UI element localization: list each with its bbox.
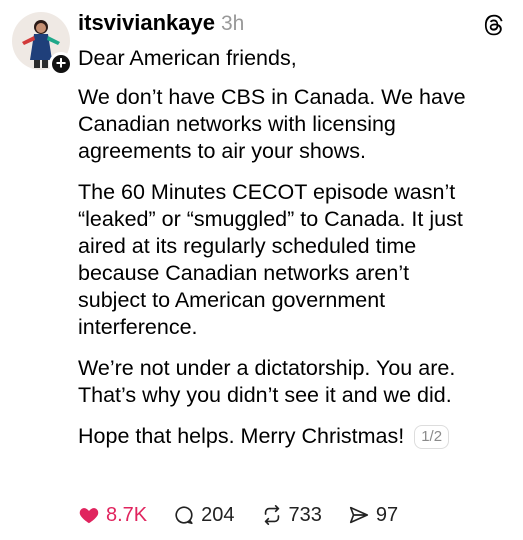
post-header: itsviviankaye 3h xyxy=(78,10,244,42)
post-paragraph: We don’t have CBS in Canada. We have Can… xyxy=(78,85,466,163)
like-button[interactable]: 8.7K xyxy=(78,504,147,527)
post-last-line: Hope that helps. Merry Christmas! 1/2 xyxy=(78,423,508,450)
repost-count: 733 xyxy=(288,503,322,526)
speech-bubble-icon xyxy=(175,506,193,525)
heart-filled-icon xyxy=(79,508,99,524)
reply-button[interactable]: 204 xyxy=(173,503,235,527)
threads-logo-icon[interactable] xyxy=(483,14,505,36)
avatar[interactable]: + xyxy=(12,12,73,76)
share-button[interactable]: 97 xyxy=(348,504,398,527)
threads-post: + itsviviankaye 3h Dear American friends… xyxy=(0,0,523,540)
post-paragraph: The 60 Minutes CECOT episode wasn’t “lea… xyxy=(78,180,463,339)
post-paragraph: Dear American friends, xyxy=(78,46,297,70)
username[interactable]: itsviviankaye xyxy=(78,10,215,36)
repost-button[interactable]: 733 xyxy=(261,504,322,527)
share-count: 97 xyxy=(375,503,399,526)
follow-plus-icon[interactable]: + xyxy=(49,52,73,76)
like-count: 8.7K xyxy=(106,503,148,526)
thread-page-indicator[interactable]: 1/2 xyxy=(414,424,450,449)
post-body: Dear American friends, We don’t have CBS… xyxy=(78,45,508,450)
post-paragraph: We’re not under a dictatorship. You are.… xyxy=(78,356,456,407)
send-icon xyxy=(349,506,368,524)
timestamp: 3h xyxy=(220,12,245,35)
post-closing-text: Hope that helps. Merry Christmas! xyxy=(78,424,405,448)
reply-count: 204 xyxy=(201,503,235,526)
action-bar: 8.7K 204 733 97 xyxy=(78,500,398,530)
repost-arrows-icon xyxy=(264,505,279,525)
